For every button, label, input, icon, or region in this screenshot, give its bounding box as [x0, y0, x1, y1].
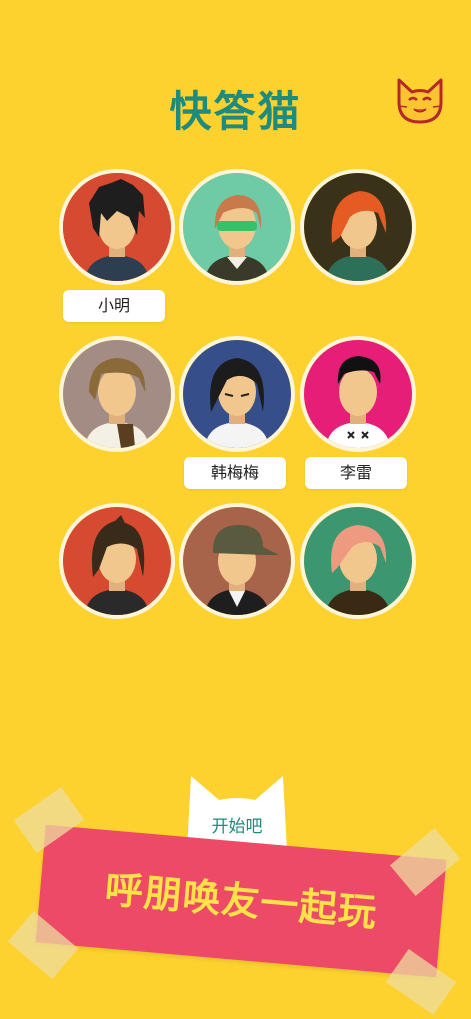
- player-name-tag: 小明: [63, 290, 165, 322]
- player-name-tag: 李雷: [305, 457, 407, 489]
- player-name-tag: 韩梅梅: [184, 457, 286, 489]
- promo-banner-text: 呼朋唤友一起玩: [103, 867, 379, 935]
- avatar-dark-hair-girl[interactable]: [59, 503, 175, 619]
- avatar-cap-guy[interactable]: [179, 503, 295, 619]
- cat-face-icon[interactable]: [394, 76, 446, 126]
- start-button[interactable]: 开始吧: [183, 812, 291, 837]
- avatar-spiky-black-hair-boy[interactable]: [59, 169, 175, 285]
- avatar-black-hair-glasses-girl[interactable]: [179, 336, 295, 452]
- avatar-black-hair-boy[interactable]: [300, 336, 416, 452]
- avatar-pink-hair-girl[interactable]: [300, 503, 416, 619]
- avatar-brown-hair-guy[interactable]: [59, 336, 175, 452]
- avatar-orange-hair-girl[interactable]: [300, 169, 416, 285]
- avatar-green-sunglasses-guy[interactable]: [179, 169, 295, 285]
